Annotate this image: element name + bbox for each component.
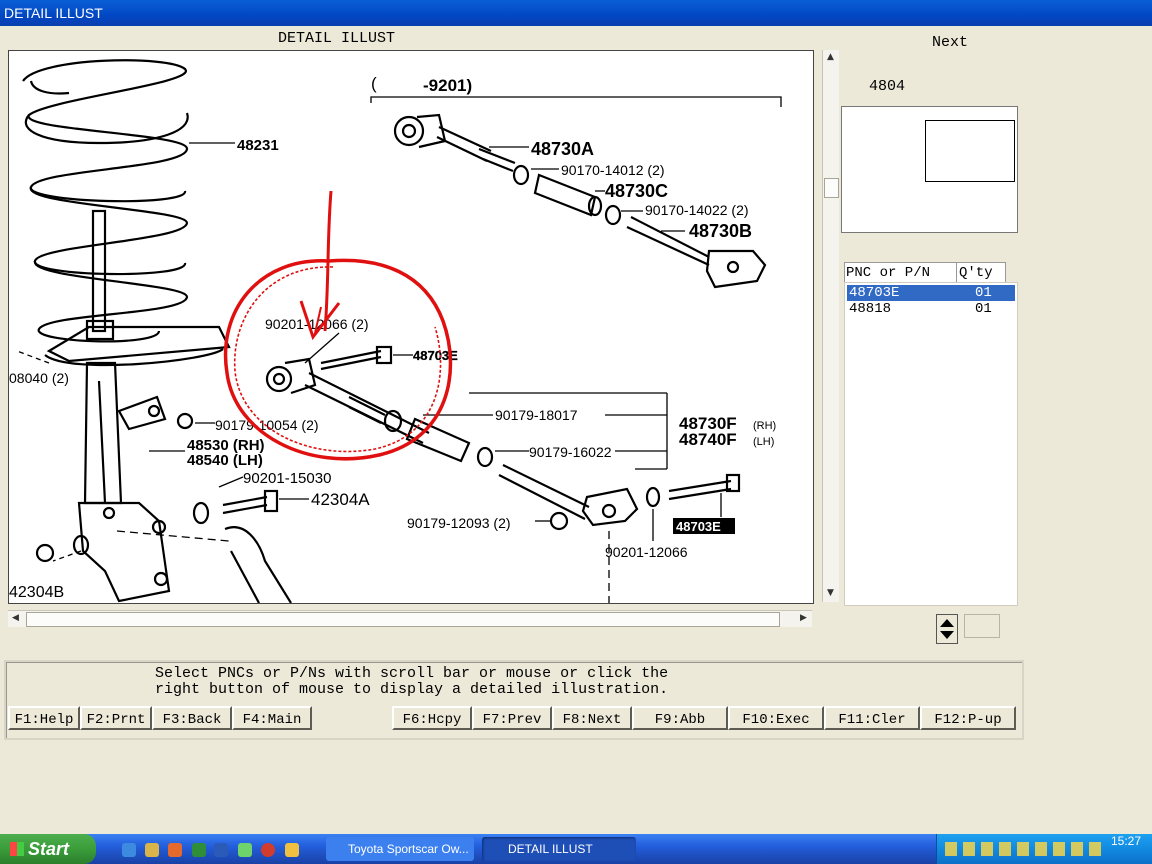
list-item-qty: 01 bbox=[975, 285, 992, 301]
shock-absorber bbox=[44, 209, 292, 603]
label-48703e-bottom: 48703E bbox=[676, 519, 721, 534]
list-item-pn: 48818 bbox=[849, 301, 892, 317]
label-90179-16022: 90179-16022 bbox=[529, 444, 612, 460]
label-42304b: 42304B bbox=[9, 584, 64, 601]
folder-icon[interactable] bbox=[145, 843, 159, 857]
label-08040: 08040 (2) bbox=[9, 370, 69, 386]
label-90179-12093: 90179-12093 (2) bbox=[407, 515, 511, 531]
page-code: 4804 bbox=[869, 78, 906, 95]
scroll-right-arrow-icon[interactable]: ▶ bbox=[796, 611, 811, 626]
taskbar-item-detail-illust[interactable]: DETAIL ILLUST bbox=[482, 837, 636, 861]
list-item[interactable]: 48818 01 bbox=[847, 301, 1015, 317]
f3-back-button[interactable]: F3:Back bbox=[152, 706, 232, 730]
range-label-open: ( bbox=[371, 74, 377, 93]
start-label: Start bbox=[28, 839, 70, 859]
label-42304a: 42304A bbox=[311, 490, 370, 509]
next-label: Next bbox=[932, 34, 969, 51]
horizontal-scroll-thumb[interactable] bbox=[26, 612, 780, 627]
program-icon[interactable] bbox=[285, 843, 299, 857]
taskbar-item-toyota[interactable]: Toyota Sportscar Ow... bbox=[326, 837, 474, 861]
label-48740f-side: (LH) bbox=[753, 436, 774, 448]
label-90170-14012: 90170-14012 (2) bbox=[561, 162, 665, 178]
page-spinner[interactable] bbox=[936, 614, 958, 644]
label-90201-12066-bottom: 90201-12066 bbox=[605, 544, 688, 560]
list-item-qty: 01 bbox=[975, 301, 992, 317]
system-tray: 15:27 bbox=[936, 834, 1152, 864]
overview-viewport-rect[interactable] bbox=[925, 120, 1015, 182]
label-90179-18017: 90179-18017 bbox=[495, 407, 578, 423]
label-48730c: 48730C bbox=[605, 181, 668, 201]
f1-help-button[interactable]: F1:Help bbox=[8, 706, 80, 730]
list-item[interactable]: 48703E 01 bbox=[847, 285, 1015, 301]
f4-main-button[interactable]: F4:Main bbox=[232, 706, 312, 730]
f7-prev-button[interactable]: F7:Prev bbox=[472, 706, 552, 730]
instruction-line-1: Select PNCs or P/Ns with scroll bar or m… bbox=[155, 665, 669, 682]
pn-column-header: PNC or P/N bbox=[846, 263, 957, 283]
parts-diagram: ( -9201) 48231 48730A 90170-14012 (2) 48… bbox=[9, 59, 782, 603]
illustration-heading: DETAIL ILLUST bbox=[278, 30, 396, 47]
browser-icon[interactable] bbox=[261, 843, 275, 857]
label-48730b: 48730B bbox=[689, 221, 752, 241]
label-90179-10054: 90179-10054 (2) bbox=[215, 417, 319, 433]
page-number-field[interactable] bbox=[964, 614, 1000, 638]
label-48231: 48231 bbox=[237, 137, 279, 154]
f10-exec-button[interactable]: F10:Exec bbox=[728, 706, 824, 730]
label-90170-14022: 90170-14022 (2) bbox=[645, 202, 749, 218]
scroll-up-arrow-icon[interactable]: ▲ bbox=[823, 50, 838, 65]
app-icon[interactable] bbox=[238, 843, 252, 857]
label-48540: 48540 (LH) bbox=[187, 452, 263, 469]
parts-list-header: PNC or P/N Q'ty bbox=[844, 262, 1006, 284]
label-90201-15030: 90201-15030 bbox=[243, 470, 331, 487]
f11-clear-button[interactable]: F11:Cler bbox=[824, 706, 920, 730]
clock: 15:27 bbox=[1110, 834, 1141, 848]
f6-hardcopy-button[interactable]: F6:Hcpy bbox=[392, 706, 472, 730]
taskbar-item-label: Toyota Sportscar Ow... bbox=[348, 842, 469, 856]
label-48730f-side: (RH) bbox=[753, 420, 776, 432]
illustration-canvas[interactable]: ( -9201) 48231 48730A 90170-14012 (2) 48… bbox=[8, 50, 814, 604]
f8-next-button[interactable]: F8:Next bbox=[552, 706, 632, 730]
qty-column-header: Q'ty bbox=[959, 265, 993, 281]
taskbar-item-label: DETAIL ILLUST bbox=[508, 842, 593, 856]
instruction-line-2: right button of mouse to display a detai… bbox=[155, 681, 669, 698]
start-button[interactable]: Start bbox=[0, 834, 96, 864]
window-title-bar[interactable]: DETAIL ILLUST bbox=[0, 0, 1152, 26]
excel-icon[interactable] bbox=[192, 843, 206, 857]
window-title: DETAIL ILLUST bbox=[4, 5, 103, 21]
scroll-left-arrow-icon[interactable]: ◀ bbox=[8, 611, 23, 626]
f12-popup-button[interactable]: F12:P-up bbox=[920, 706, 1016, 730]
vertical-scroll-thumb[interactable] bbox=[824, 178, 839, 198]
list-item-pn: 48703E bbox=[849, 285, 900, 301]
windows-logo-icon bbox=[10, 842, 24, 856]
f2-print-button[interactable]: F2:Prnt bbox=[80, 706, 152, 730]
scroll-down-arrow-icon[interactable]: ▼ bbox=[823, 586, 838, 601]
internet-explorer-icon[interactable] bbox=[122, 843, 136, 857]
up-down-arrows-icon bbox=[940, 619, 954, 639]
media-player-icon[interactable] bbox=[168, 843, 182, 857]
range-label-end: -9201) bbox=[423, 76, 472, 95]
illustration-vertical-scrollbar[interactable]: ▲ ▼ bbox=[822, 50, 839, 602]
f9-abb-button[interactable]: F9:Abb bbox=[632, 706, 728, 730]
instruction-text: Select PNCs or P/Ns with scroll bar or m… bbox=[155, 666, 668, 698]
word-icon[interactable] bbox=[214, 843, 228, 857]
label-48740f: 48740F bbox=[679, 430, 737, 449]
parts-list[interactable]: 48703E 01 48818 01 bbox=[844, 282, 1018, 606]
illustration-horizontal-scrollbar[interactable]: ◀ ▶ bbox=[8, 610, 812, 627]
tray-icons[interactable] bbox=[945, 842, 1105, 856]
label-48730a: 48730A bbox=[531, 139, 594, 159]
